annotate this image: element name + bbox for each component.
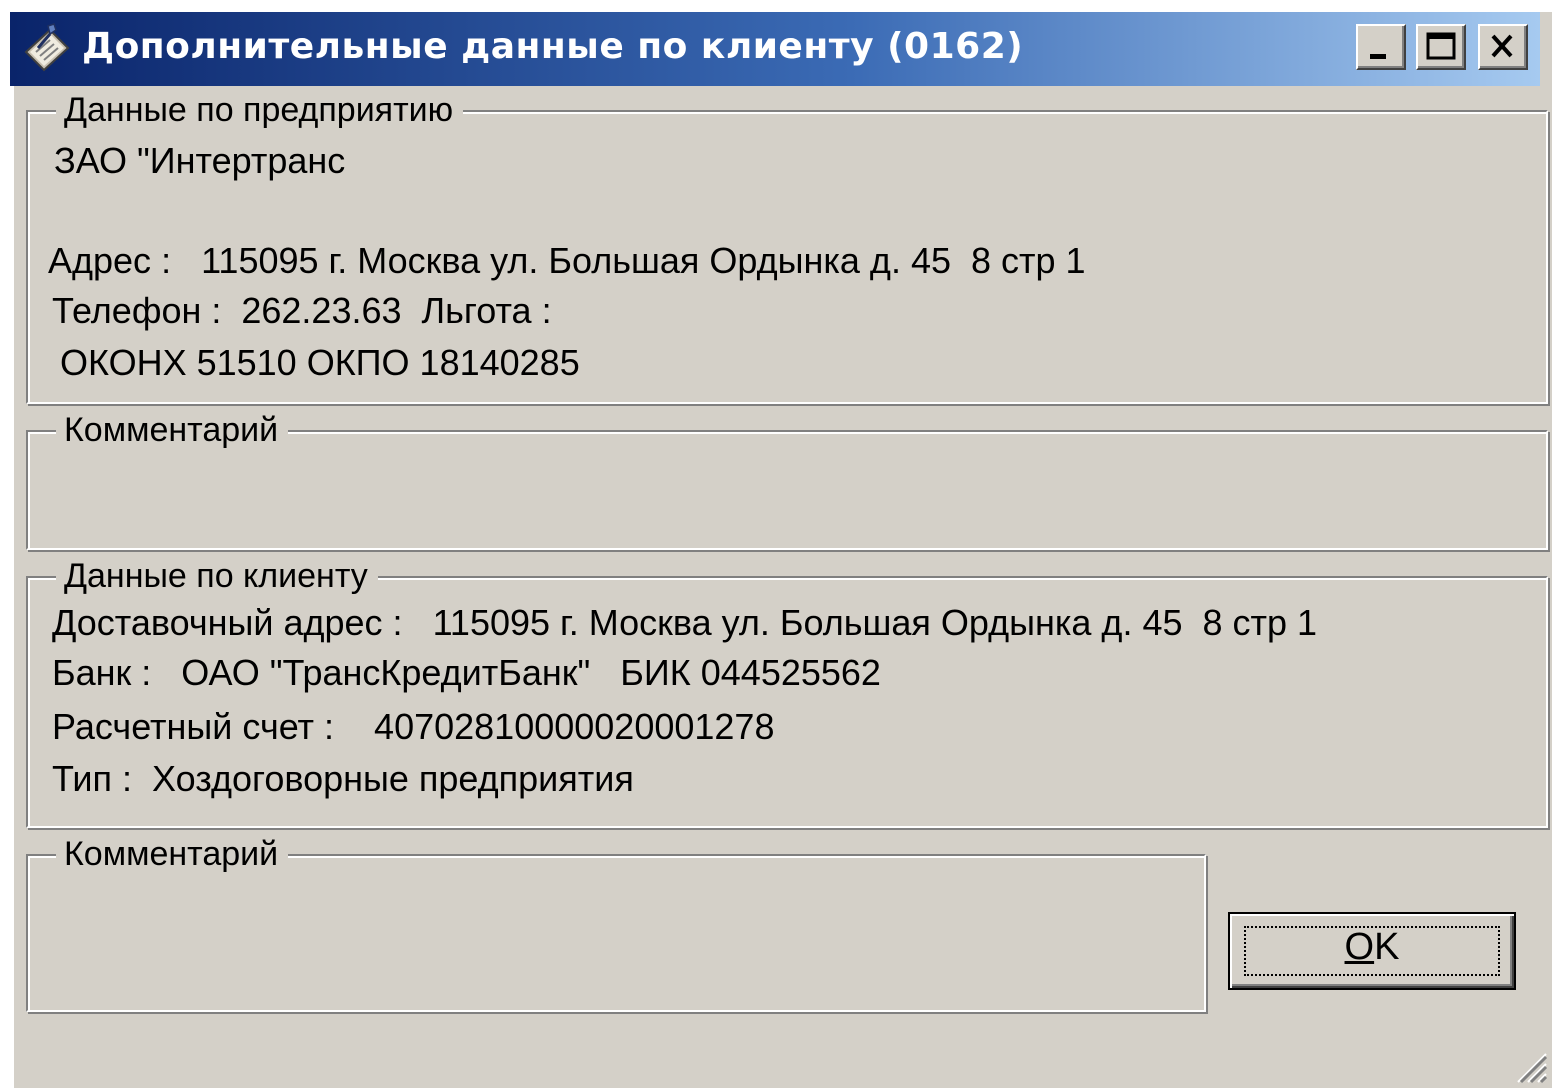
resize-grip-icon[interactable] (1512, 1048, 1548, 1084)
enterprise-phone: Телефон : 262.23.63 Льгота : (52, 290, 552, 332)
enterprise-group-legend: Данные по предприятию (56, 90, 463, 130)
client-type: Тип : Хоздоговорные предприятия (52, 758, 634, 800)
ok-mnemonic: O (1345, 926, 1375, 968)
enterprise-address: Адрес : 115095 г. Москва ул. Большая Орд… (48, 240, 1086, 282)
ok-label-rest: K (1374, 926, 1399, 968)
title-bar[interactable]: Дополнительные данные по клиенту (0162) (10, 12, 1540, 86)
client-comment-group: Комментарий (26, 854, 1206, 1012)
client-account: Расчетный счет : 40702810000020001278 (52, 706, 774, 748)
minimize-button[interactable] (1356, 24, 1406, 70)
ok-button-label: OK (1230, 924, 1514, 970)
close-button[interactable] (1478, 24, 1528, 70)
enterprise-comment-legend: Комментарий (56, 410, 288, 450)
maximize-button[interactable] (1416, 24, 1466, 70)
client-group-legend: Данные по клиенту (56, 556, 378, 596)
enterprise-name: ЗАО "Интертранс (54, 140, 345, 182)
notebook-pen-icon (20, 22, 74, 76)
client-delivery-address: Доставочный адрес : 115095 г. Москва ул.… (52, 602, 1317, 644)
enterprise-codes: ОКОНХ 51510 ОКПО 18140285 (60, 342, 580, 384)
enterprise-comment-group: Комментарий (26, 430, 1548, 550)
client-bank: Банк : ОАО "ТрансКредитБанк" БИК 0445255… (52, 652, 881, 694)
window-title: Дополнительные данные по клиенту (0162) (82, 26, 1023, 67)
client-comment-legend: Комментарий (56, 834, 288, 874)
ok-button[interactable]: OK (1228, 912, 1516, 990)
